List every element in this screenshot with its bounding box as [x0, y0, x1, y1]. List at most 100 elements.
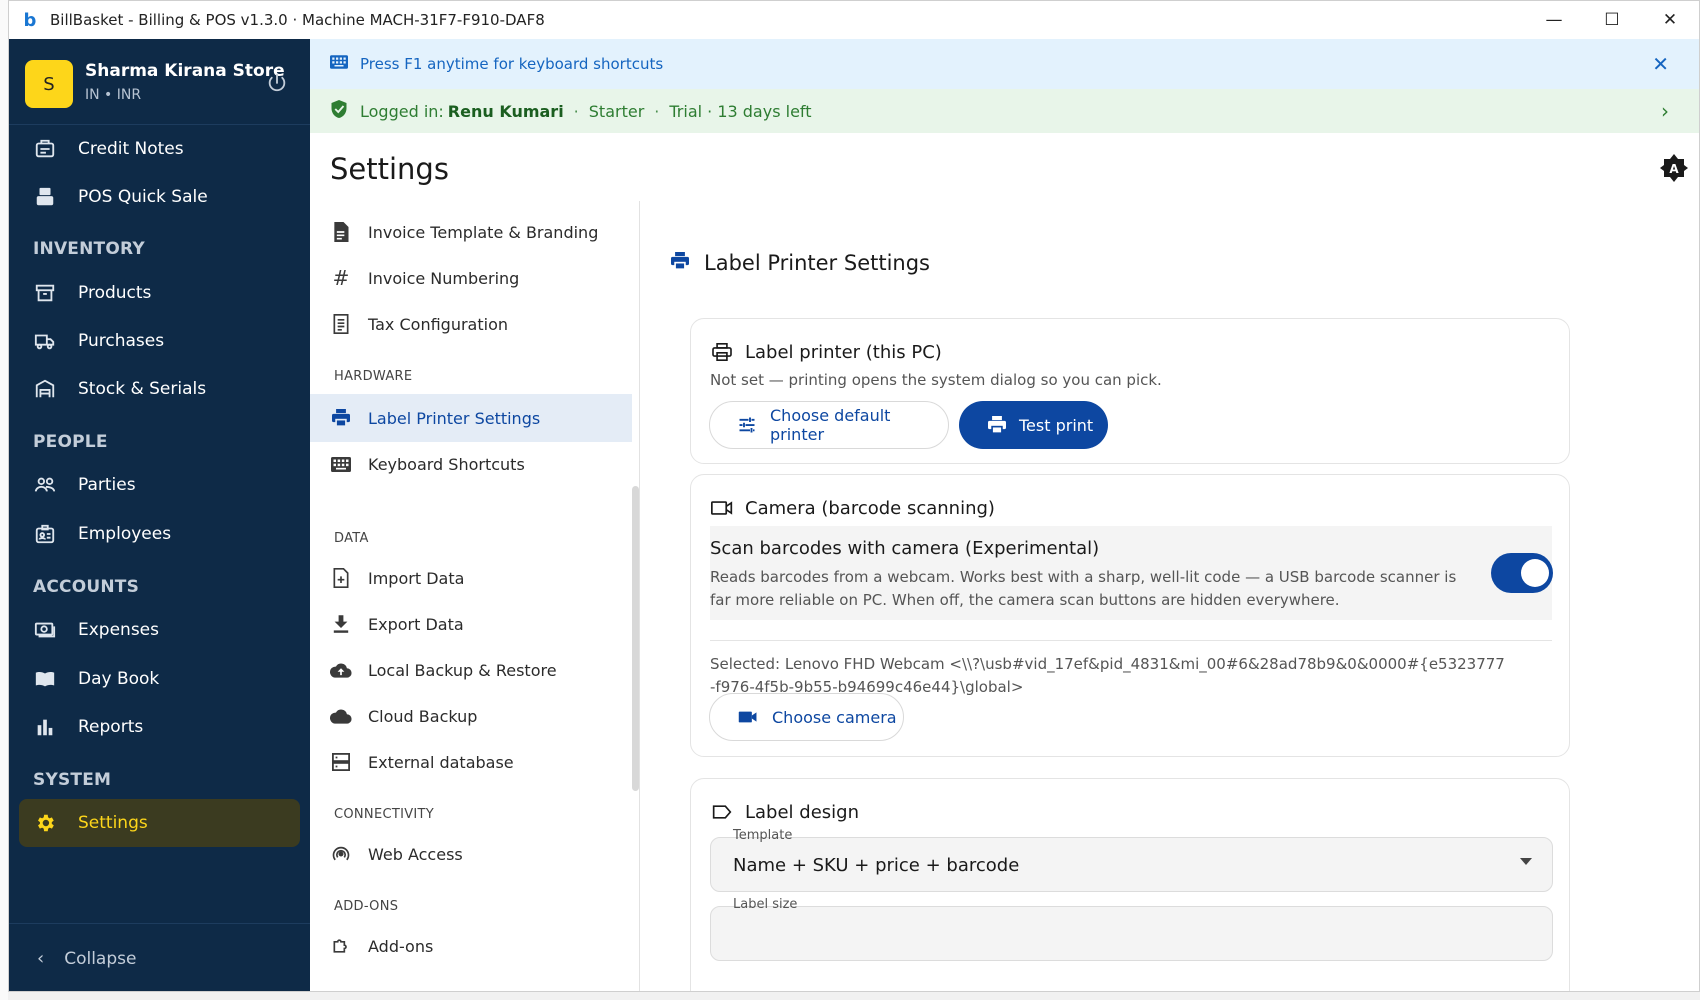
settings-nav-label: Invoice Numbering: [368, 268, 520, 288]
settings-nav-local-backup[interactable]: Local Backup & Restore: [310, 646, 632, 694]
card-title-text: Label printer (this PC): [745, 341, 942, 363]
close-window-button[interactable]: ✕: [1641, 1, 1699, 39]
section-accounts: ACCOUNTS: [33, 577, 140, 597]
settings-nav-label: Import Data: [368, 568, 465, 588]
settings-nav-invoice-template[interactable]: Invoice Template & Branding: [310, 208, 632, 256]
chevron-left-icon: ‹: [37, 948, 45, 969]
videocam-icon: [738, 710, 758, 724]
section-system: SYSTEM: [33, 770, 112, 790]
credit-notes-icon: [33, 137, 57, 161]
sidebar-item-parties[interactable]: Parties: [19, 461, 300, 509]
sidebar-item-label: Products: [78, 283, 152, 303]
test-print-label: Test print: [1019, 415, 1094, 435]
sidebar-item-day-book[interactable]: Day Book: [19, 655, 300, 703]
sidebar-item-reports[interactable]: Reports: [19, 703, 300, 751]
settings-nav-label-printer[interactable]: Label Printer Settings: [310, 394, 632, 442]
settings-nav-tax-configuration[interactable]: Tax Configuration: [310, 300, 632, 348]
settings-section-addons: ADD-ONS: [334, 899, 399, 914]
book-icon: [33, 667, 57, 691]
label-size-select[interactable]: Label size: [710, 897, 1553, 961]
theme-toggle-icon[interactable]: A: [1659, 153, 1689, 183]
desktop-background: [0, 0, 8, 1000]
card-title-text: Label design: [745, 801, 859, 823]
shield-check-icon: [330, 99, 348, 123]
card-title-text: Camera (barcode scanning): [745, 497, 995, 519]
separator-dot: ·: [573, 101, 579, 121]
logged-in-user: Renu Kumari: [447, 101, 564, 121]
choose-default-printer-button[interactable]: Choose default printer: [709, 401, 949, 449]
toggle-description: Reads barcodes from a webcam. Works best…: [710, 568, 1457, 609]
test-print-button[interactable]: Test print: [959, 401, 1108, 449]
sidebar-item-label: Credit Notes: [78, 139, 184, 159]
import-icon: [330, 567, 352, 589]
sidebar: S Sharma Kirana Store IN • INR Credit No…: [9, 39, 310, 991]
label-icon: [711, 801, 733, 823]
sidebar-item-label: Stock & Serials: [78, 379, 207, 399]
label-size-label: Label size: [733, 897, 798, 912]
template-label: Template: [733, 828, 793, 843]
maximize-button[interactable]: ☐: [1583, 1, 1641, 39]
sidebar-item-label: Expenses: [78, 620, 159, 640]
close-banner-icon[interactable]: ✕: [1652, 52, 1669, 76]
camera-scan-switch[interactable]: [1491, 553, 1553, 593]
settings-nav-label: Keyboard Shortcuts: [368, 454, 525, 474]
settings-nav-cloud-backup[interactable]: Cloud Backup: [310, 692, 632, 740]
chevron-right-icon: ›: [1661, 99, 1669, 123]
pos-icon: [33, 185, 57, 209]
desktop-background-right: [1700, 0, 1707, 1000]
sidebar-item-settings[interactable]: Settings: [19, 799, 300, 847]
settings-nav-label: Invoice Template & Branding: [368, 222, 599, 242]
tune-icon: [738, 417, 756, 433]
label-design-card: Label design Template Name + SKU + price…: [690, 778, 1570, 991]
settings-nav-add-ons[interactable]: Add-ons: [310, 922, 632, 970]
settings-nav-import-data[interactable]: Import Data: [310, 554, 632, 602]
people-icon: [33, 473, 57, 497]
settings-nav-invoice-numbering[interactable]: # Invoice Numbering: [310, 254, 632, 302]
sidebar-item-expenses[interactable]: Expenses: [19, 606, 300, 654]
settings-nav-label: Local Backup & Restore: [368, 660, 557, 680]
template-select[interactable]: Template Name + SKU + price + barcode: [710, 828, 1553, 892]
section-people: PEOPLE: [33, 432, 108, 452]
plan-name: Starter: [588, 101, 645, 121]
sidebar-item-employees[interactable]: Employees: [19, 510, 300, 558]
card-title: Label printer (this PC): [711, 341, 942, 363]
settings-nav-export-data[interactable]: Export Data: [310, 600, 632, 648]
settings-nav-keyboard-shortcuts[interactable]: Keyboard Shortcuts: [310, 440, 632, 488]
settings-nav-scrollbar[interactable]: [632, 486, 639, 791]
sidebar-item-credit-notes[interactable]: Credit Notes: [19, 125, 300, 173]
settings-section-hardware: HARDWARE: [334, 369, 413, 384]
content-heading: Label Printer Settings: [670, 251, 930, 275]
app-logo-icon: b: [23, 9, 37, 31]
camera-card: Camera (barcode scanning) Scan barcodes …: [690, 474, 1570, 757]
document-icon: [330, 221, 352, 243]
printer-description: Not set — printing opens the system dial…: [710, 371, 1162, 389]
keyboard-icon: [330, 453, 352, 475]
camera-toggle-row[interactable]: Scan barcodes with camera (Experimental)…: [710, 526, 1553, 620]
account-banner[interactable]: Logged in: Renu Kumari · Starter · Trial…: [310, 89, 1699, 133]
sidebar-item-purchases[interactable]: Purchases: [19, 317, 300, 365]
content-heading-text: Label Printer Settings: [704, 251, 930, 275]
template-value: Name + SKU + price + barcode: [733, 855, 1020, 876]
choose-camera-button[interactable]: Choose camera: [709, 693, 904, 741]
shortcut-banner: Press F1 anytime for keyboard shortcuts …: [310, 39, 1699, 89]
wifi-tethering-icon: [330, 843, 352, 865]
sidebar-item-stock-serials[interactable]: Stock & Serials: [19, 365, 300, 413]
sidebar-item-pos-quick-sale[interactable]: POS Quick Sale: [19, 173, 300, 221]
receipt-icon: [330, 313, 352, 335]
hash-icon: #: [332, 266, 350, 290]
settings-nav-label: Cloud Backup: [368, 706, 478, 726]
archive-icon: [33, 281, 57, 305]
choose-camera-label: Choose camera: [772, 707, 897, 727]
main-area: Press F1 anytime for keyboard shortcuts …: [310, 39, 1699, 991]
collapse-button[interactable]: ‹ Collapse: [9, 923, 310, 991]
minimize-button[interactable]: —: [1525, 1, 1583, 39]
sidebar-item-products[interactable]: Products: [19, 269, 300, 317]
power-icon[interactable]: [266, 72, 288, 94]
separator-dot: ·: [654, 101, 660, 121]
keyboard-icon: [330, 55, 348, 73]
svg-text:A: A: [1669, 162, 1679, 176]
sidebar-item-label: Purchases: [78, 331, 165, 351]
settings-nav-external-database[interactable]: External database: [310, 738, 632, 786]
settings-nav-web-access[interactable]: Web Access: [310, 830, 632, 878]
gear-icon: [33, 811, 57, 835]
